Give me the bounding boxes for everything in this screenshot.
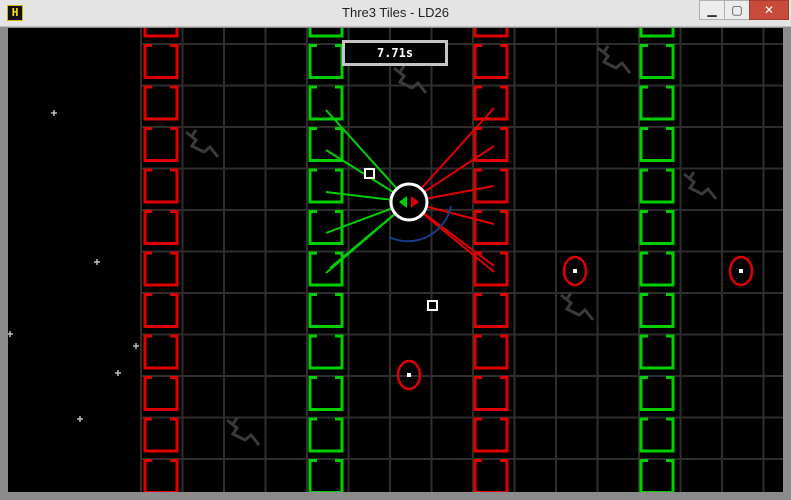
- square-pickup: [364, 168, 375, 179]
- game-background: [8, 28, 783, 492]
- square-pickup: [427, 300, 438, 311]
- game-window: H Thre3 Tiles - LD26 ▁ ▢ ✕ 7.71s: [0, 0, 791, 500]
- enemy-core: [573, 269, 577, 273]
- reticle-notch: [407, 177, 411, 181]
- enemy-core: [739, 269, 743, 273]
- timer-display: 7.71s: [342, 40, 448, 66]
- minimize-button[interactable]: ▁: [699, 0, 725, 20]
- reticle-notch: [407, 223, 411, 227]
- reticle-notch: [430, 200, 434, 204]
- enemy-core: [407, 373, 411, 377]
- reticle-notch: [384, 200, 388, 204]
- player-reticle: [389, 182, 429, 222]
- window-title: Thre3 Tiles - LD26: [342, 5, 449, 20]
- game-canvas[interactable]: [8, 28, 783, 492]
- title-bar[interactable]: H Thre3 Tiles - LD26 ▁ ▢ ✕: [0, 0, 791, 27]
- close-button[interactable]: ✕: [749, 0, 789, 20]
- maximize-button[interactable]: ▢: [724, 0, 750, 20]
